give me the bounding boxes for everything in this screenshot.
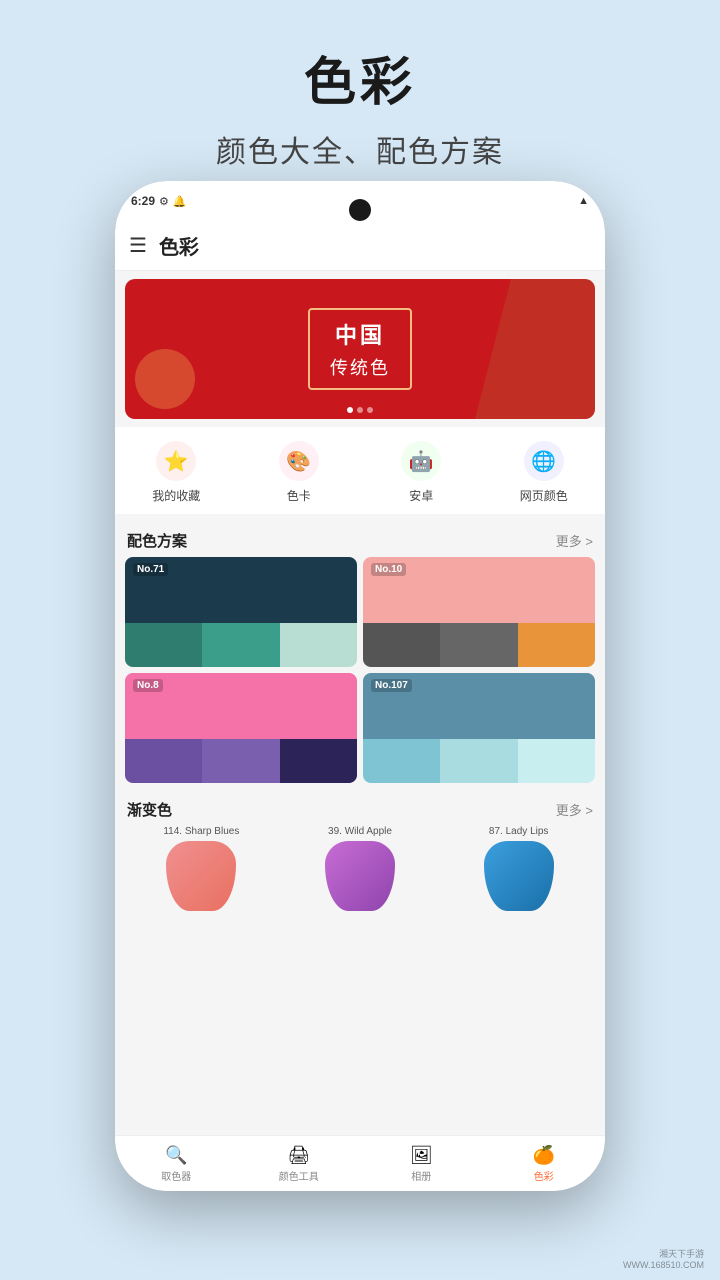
main-content[interactable]: 中国 传统色 ⭐ 我的收藏 🎨 xyxy=(115,271,605,1135)
nav-item-picker[interactable]: 🔍 取色器 xyxy=(115,1145,238,1183)
app-bar: ☰ 色彩 xyxy=(115,221,605,271)
watermark: 湘天下手游WWW.168510.COM xyxy=(623,1249,704,1272)
album-nav-label: 相册 xyxy=(411,1168,431,1183)
gradient-items: 114. Sharp Blues 39. Wild Apple 87. Lady… xyxy=(125,826,595,911)
banner-dots xyxy=(347,407,373,413)
status-time: 6:29 xyxy=(131,194,155,208)
nav-item-android[interactable]: 🤖 安卓 xyxy=(360,441,483,504)
banner-title: 中国 xyxy=(330,318,390,350)
notification-icon: 🔔 xyxy=(173,195,187,208)
nav-item-tools[interactable]: 🖨 颜色工具 xyxy=(238,1145,361,1183)
gradient-label-sharp-blues: 114. Sharp Blues xyxy=(125,826,278,837)
phone-frame: 6:29 ⚙ 🔔 ▲ ☰ 色彩 中国 xyxy=(115,181,605,1191)
quick-nav: ⭐ 我的收藏 🎨 色卡 🤖 安卓 🌐 网页颜色 xyxy=(115,427,605,514)
favorites-label: 我的收藏 xyxy=(152,487,200,504)
section-more-palette[interactable]: 更多 > xyxy=(556,531,593,550)
banner-text-box: 中国 传统色 xyxy=(308,308,412,390)
colors-nav-label: 色彩 xyxy=(534,1168,554,1183)
tools-nav-icon: 🖨 xyxy=(287,1145,310,1166)
banner-subtitle: 传统色 xyxy=(330,354,390,380)
page-background: 色彩 颜色大全、配色方案 6:29 ⚙ 🔔 ▲ ☰ 色彩 xyxy=(0,0,720,1280)
page-header: 色彩 颜色大全、配色方案 xyxy=(0,40,720,171)
signal-icon: ▲ xyxy=(578,195,589,207)
gradient-item-sharp-blues[interactable]: 114. Sharp Blues xyxy=(125,826,278,911)
picker-nav-label: 取色器 xyxy=(161,1168,191,1183)
webcolors-label: 网页颜色 xyxy=(520,487,568,504)
palette-card-no71[interactable]: No.71 xyxy=(125,557,357,667)
gradient-section: 114. Sharp Blues 39. Wild Apple 87. Lady… xyxy=(115,826,605,921)
android-label: 安卓 xyxy=(409,487,433,504)
palette-card-no8[interactable]: No.8 xyxy=(125,673,357,783)
nav-item-colorcard[interactable]: 🎨 色卡 xyxy=(238,441,361,504)
gradient-label-lady-lips: 87. Lady Lips xyxy=(442,826,595,837)
tools-nav-label: 颜色工具 xyxy=(279,1168,319,1183)
page-subtitle: 颜色大全、配色方案 xyxy=(0,127,720,171)
gradient-circle-sharp-blues xyxy=(166,841,236,911)
banner-dot-1[interactable] xyxy=(357,407,363,413)
app-bar-title: 色彩 xyxy=(159,231,199,260)
banner-dot-0[interactable] xyxy=(347,407,353,413)
section-header-palette: 配色方案 更多 > xyxy=(115,520,605,557)
nav-item-favorites[interactable]: ⭐ 我的收藏 xyxy=(115,441,238,504)
nav-item-album[interactable]: 🖼 相册 xyxy=(360,1145,483,1183)
palette-card-no10[interactable]: No.10 xyxy=(363,557,595,667)
banner[interactable]: 中国 传统色 xyxy=(125,279,595,419)
picker-nav-icon: 🔍 xyxy=(165,1145,187,1166)
gradient-item-lady-lips[interactable]: 87. Lady Lips xyxy=(442,826,595,911)
android-icon: 🤖 xyxy=(401,441,441,481)
palette-label-no8: No.8 xyxy=(133,679,163,692)
colorcard-icon: 🎨 xyxy=(279,441,319,481)
section-header-gradient: 渐变色 更多 > xyxy=(115,789,605,826)
gradient-label-wild-apple: 39. Wild Apple xyxy=(284,826,437,837)
palette-grid: No.71 No.10 xyxy=(115,557,605,789)
section-title-gradient: 渐变色 xyxy=(127,799,172,820)
screen: 6:29 ⚙ 🔔 ▲ ☰ 色彩 中国 xyxy=(115,181,605,1191)
banner-deco-left xyxy=(135,349,195,409)
palette-label-no71: No.71 xyxy=(133,563,168,576)
gradient-circle-wild-apple xyxy=(325,841,395,911)
bottom-nav: 🔍 取色器 🖨 颜色工具 🖼 相册 🍊 色彩 xyxy=(115,1135,605,1191)
camera-notch xyxy=(349,199,371,221)
palette-card-no107[interactable]: No.107 xyxy=(363,673,595,783)
palette-label-no10: No.10 xyxy=(371,563,406,576)
nav-item-colors[interactable]: 🍊 色彩 xyxy=(483,1145,606,1183)
banner-dot-2[interactable] xyxy=(367,407,373,413)
section-title-palette: 配色方案 xyxy=(127,530,187,551)
page-title-main: 色彩 xyxy=(0,40,720,115)
gradient-circle-lady-lips xyxy=(484,841,554,911)
menu-icon[interactable]: ☰ xyxy=(129,233,147,258)
section-more-gradient[interactable]: 更多 > xyxy=(556,800,593,819)
album-nav-icon: 🖼 xyxy=(410,1145,433,1166)
palette-label-no107: No.107 xyxy=(371,679,412,692)
nav-item-webcolors[interactable]: 🌐 网页颜色 xyxy=(483,441,606,504)
favorites-icon: ⭐ xyxy=(156,441,196,481)
colorcard-label: 色卡 xyxy=(287,487,311,504)
gradient-item-wild-apple[interactable]: 39. Wild Apple xyxy=(284,826,437,911)
settings-icon: ⚙ xyxy=(159,195,169,208)
colors-nav-icon: 🍊 xyxy=(533,1145,555,1166)
banner-deco-right xyxy=(475,279,595,419)
webcolors-icon: 🌐 xyxy=(524,441,564,481)
